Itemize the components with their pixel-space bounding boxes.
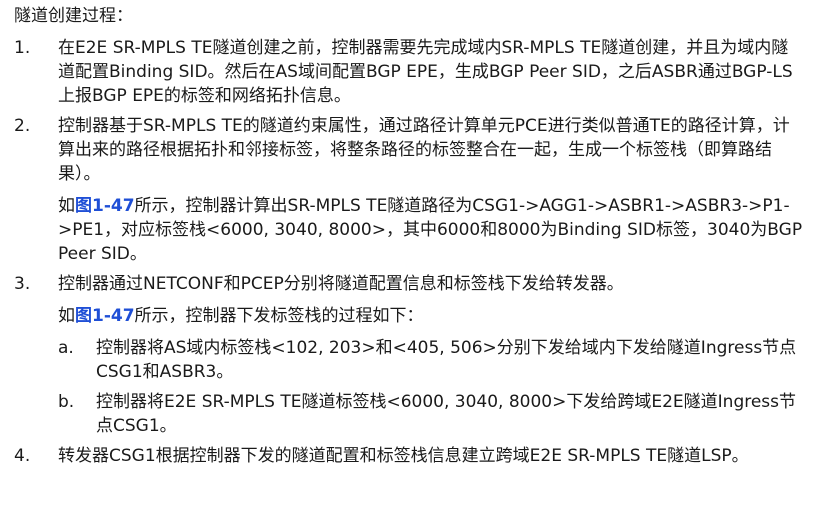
- step-text: 控制器基于SR-MPLS TE的隧道约束属性，通过路径计算单元PCE进行类似普通…: [58, 116, 790, 184]
- step-number: 2.: [14, 116, 31, 136]
- figure-link[interactable]: 图1-47: [75, 306, 135, 326]
- sub-list-item: a. 控制器将AS域内标签栈<102, 203>和<405, 506>分别下发给…: [58, 336, 804, 384]
- list-item: 4. 转发器CSG1根据控制器下发的隧道配置和标签栈信息建立跨域E2E SR-M…: [14, 444, 804, 468]
- figure-note: 如图1-47所示，控制器计算出SR-MPLS TE隧道路径为CSG1->AGG1…: [58, 194, 804, 266]
- note-text: 所示，控制器下发标签栈的过程如下：: [134, 306, 424, 326]
- step-number: 1.: [14, 38, 31, 58]
- substeps-list: a. 控制器将AS域内标签栈<102, 203>和<405, 506>分别下发给…: [58, 336, 804, 438]
- list-item: 1. 在E2E SR-MPLS TE隧道创建之前，控制器需要先完成域内SR-MP…: [14, 36, 804, 108]
- step-number: 4.: [14, 446, 31, 466]
- step-number: 3.: [14, 274, 31, 294]
- sub-list-item: b. 控制器将E2E SR-MPLS TE隧道标签栈<6000, 3040, 8…: [58, 390, 804, 438]
- section-heading: 隧道创建过程：: [14, 6, 133, 26]
- substep-letter: b.: [58, 392, 75, 412]
- substep-letter: a.: [58, 338, 74, 358]
- step-text: 转发器CSG1根据控制器下发的隧道配置和标签栈信息建立跨域E2E SR-MPLS…: [58, 446, 749, 466]
- list-item: 2. 控制器基于SR-MPLS TE的隧道约束属性，通过路径计算单元PCE进行类…: [14, 114, 804, 266]
- step-text: 控制器通过NETCONF和PCEP分别将隧道配置信息和标签栈下发给转发器。: [58, 274, 624, 294]
- figure-note: 如图1-47所示，控制器下发标签栈的过程如下：: [58, 304, 804, 328]
- step-text: 在E2E SR-MPLS TE隧道创建之前，控制器需要先完成域内SR-MPLS …: [58, 38, 793, 106]
- steps-list: 1. 在E2E SR-MPLS TE隧道创建之前，控制器需要先完成域内SR-MP…: [14, 36, 804, 468]
- note-prefix: 如: [58, 306, 75, 326]
- list-item: 3. 控制器通过NETCONF和PCEP分别将隧道配置信息和标签栈下发给转发器。…: [14, 272, 804, 438]
- figure-link[interactable]: 图1-47: [75, 196, 135, 216]
- substep-text: 控制器将AS域内标签栈<102, 203>和<405, 506>分别下发给域内下…: [96, 338, 797, 382]
- note-prefix: 如: [58, 196, 75, 216]
- note-text: 所示，控制器计算出SR-MPLS TE隧道路径为CSG1->AGG1->ASBR…: [58, 196, 803, 264]
- document-page: 隧道创建过程： 1. 在E2E SR-MPLS TE隧道创建之前，控制器需要先完…: [0, 0, 814, 514]
- substep-text: 控制器将E2E SR-MPLS TE隧道标签栈<6000, 3040, 8000…: [96, 392, 797, 436]
